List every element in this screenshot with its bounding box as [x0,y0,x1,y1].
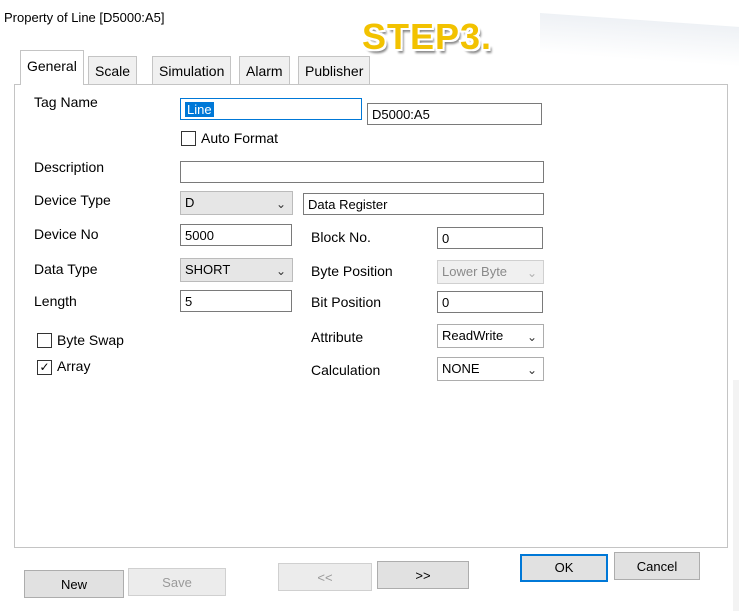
new-button[interactable]: New [24,570,124,598]
tab-general[interactable]: General [20,50,84,85]
chevron-down-icon: ⌄ [526,363,537,377]
tab-publisher[interactable]: Publisher [298,56,371,85]
tab-publisher-label: Publisher [305,63,364,79]
tab-alarm-label: Alarm [246,63,283,79]
device-type-label: Device Type [34,192,111,208]
device-no-value: 5000 [185,228,214,243]
calculation-select[interactable]: NONE ⌄ [437,357,544,381]
tab-scale[interactable]: Scale [88,56,138,85]
data-type-select[interactable]: SHORT ⌄ [180,258,293,282]
calculation-value: NONE [442,361,480,376]
calculation-label: Calculation [311,362,381,378]
device-type-value: D [185,195,195,210]
property-dialog: Property of Line [D5000:A5] STEP3. Gener… [0,0,739,611]
block-no-input[interactable]: 0 [437,227,543,249]
length-label: Length [34,293,77,309]
length-input[interactable]: 5 [180,290,292,312]
chevron-down-icon: ⌄ [526,330,537,344]
window-title: Property of Line [D5000:A5] [4,10,165,25]
chevron-down-icon: ⌄ [275,264,286,278]
bit-position-input[interactable]: 0 [437,291,543,313]
save-button[interactable]: Save [128,568,226,596]
block-no-value: 0 [442,231,450,246]
byte-swap-label: Byte Swap [57,332,124,348]
general-panel [14,84,728,548]
checkmark-icon: ✓ [39,360,50,374]
tag-name-label: Tag Name [34,94,98,110]
byte-position-label: Byte Position [311,263,393,279]
tab-general-label: General [27,58,77,74]
step-label: STEP3. [362,16,493,57]
device-no-label: Device No [34,226,99,242]
attribute-select[interactable]: ReadWrite ⌄ [437,324,544,348]
chevron-down-icon: ⌄ [275,197,286,211]
attribute-label: Attribute [311,329,364,345]
description-input[interactable] [180,161,544,183]
data-type-label: Data Type [34,261,98,277]
tab-simulation[interactable]: Simulation [152,56,232,85]
byte-swap-checkbox[interactable] [37,333,52,348]
window-edge [733,380,739,611]
tag-name-input[interactable]: Line [180,98,362,120]
device-type-description-field[interactable]: Data Register [303,193,544,215]
auto-format-checkbox[interactable] [181,131,196,146]
array-checkbox[interactable]: ✓ [37,360,52,375]
block-no-label: Block No. [311,229,371,245]
description-label: Description [34,159,105,175]
tag-name-value: Line [185,102,214,117]
data-type-value: SHORT [185,262,231,277]
ok-button[interactable]: OK [520,554,608,582]
next-button[interactable]: >> [377,561,469,589]
length-value: 5 [185,294,193,309]
prev-button[interactable]: << [278,563,372,591]
array-label: Array [57,358,91,374]
tag-address-value: D5000:A5 [372,107,430,122]
tab-alarm[interactable]: Alarm [239,56,290,85]
bit-position-label: Bit Position [311,294,382,310]
chevron-down-icon: ⌄ [526,266,537,280]
bit-position-value: 0 [442,295,450,310]
auto-format-label: Auto Format [201,130,279,146]
byte-position-select[interactable]: Lower Byte ⌄ [437,260,544,284]
device-no-input[interactable]: 5000 [180,224,292,246]
device-type-description: Data Register [308,197,388,212]
tab-simulation-label: Simulation [159,63,225,79]
cancel-button[interactable]: Cancel [614,552,700,580]
byte-position-value: Lower Byte [442,264,508,279]
device-type-select[interactable]: D ⌄ [180,191,293,215]
tag-address-field[interactable]: D5000:A5 [367,103,542,125]
attribute-value: ReadWrite [442,328,504,343]
tab-scale-label: Scale [95,63,131,79]
